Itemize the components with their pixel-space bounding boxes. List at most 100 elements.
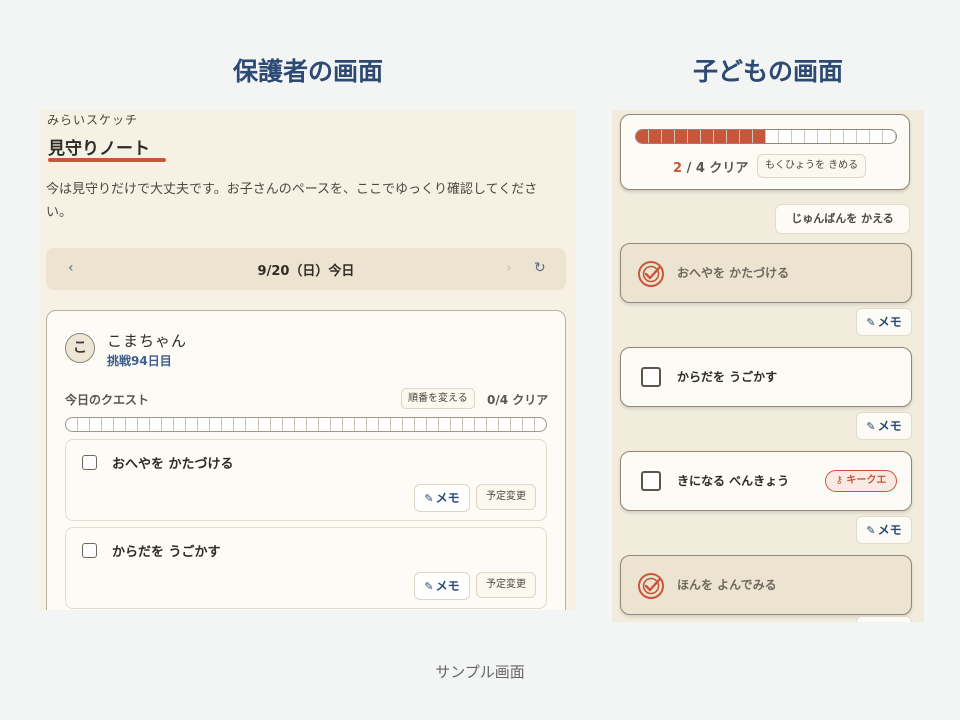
- memo-button[interactable]: ✎ メモ: [414, 572, 470, 600]
- progress-segment: [636, 130, 649, 143]
- progress-segment: [714, 130, 727, 143]
- progress-segment: [259, 418, 271, 431]
- task-card[interactable]: きになる べんきょう ⚷ キークエ: [620, 451, 912, 511]
- clear-total-label: / 4 クリア: [682, 161, 749, 176]
- progress-segment: [857, 130, 870, 143]
- pencil-icon: ✎: [424, 580, 434, 593]
- progress-segment: [649, 130, 662, 143]
- change-order-button[interactable]: じゅんばんを かえる: [775, 204, 910, 234]
- memo-label: メモ: [435, 491, 460, 505]
- task-name: ほんを よんでみる: [677, 578, 777, 592]
- progress-segment: [367, 418, 379, 431]
- clear-count: 2 / 4 クリア: [673, 157, 748, 176]
- page-description: 今は見守りだけで大丈夫です。お子さんのペースを、ここでゆっくり確認してください。: [46, 182, 538, 220]
- key-quest-badge: ⚷ キークエ: [825, 470, 897, 492]
- child-screen: 2 / 4 クリア もくひょうを きめる じゅんばんを かえる おへやを かたづ…: [612, 110, 924, 622]
- progress-segment: [831, 130, 844, 143]
- child-screen-heading: 子どもの画面: [692, 57, 843, 86]
- parent-screen: みらいスケッチ 見守りノート 今は見守りだけで大丈夫です。お子さんのペースを、こ…: [40, 110, 576, 610]
- task-card[interactable]: おへやを かたづける: [620, 243, 912, 303]
- progress-segment: [102, 418, 115, 431]
- pencil-icon: ✎: [866, 316, 876, 329]
- progress-segment: [779, 130, 792, 143]
- current-date: 9/20（日）今日: [257, 264, 355, 279]
- page-title: 見守りノート: [48, 139, 150, 159]
- title-underline: [48, 158, 166, 162]
- progress-segment: [499, 418, 512, 431]
- progress-segment: [844, 130, 857, 143]
- progress-segment: [355, 418, 367, 431]
- task-name: からだを うごかす: [677, 370, 778, 384]
- progress-segment: [379, 418, 391, 431]
- quest-label: 今日のクエスト: [65, 393, 150, 407]
- progress-segment: [439, 418, 451, 431]
- progress-segment: [271, 418, 283, 431]
- progress-segment: [415, 418, 427, 431]
- progress-segment: [883, 130, 896, 143]
- parent-screen-heading: 保護者の画面: [232, 57, 383, 86]
- progress-segment: [174, 418, 187, 431]
- caption: サンプル画面: [435, 663, 525, 681]
- progress-segment: [307, 418, 319, 431]
- progress-segment: [701, 130, 714, 143]
- checkbox-icon[interactable]: [82, 543, 97, 558]
- progress-segment: [792, 130, 805, 143]
- task-name: きになる べんきょう: [677, 474, 790, 488]
- clear-progress-bar: [635, 129, 897, 144]
- memo-label: メモ: [435, 579, 460, 593]
- task-card[interactable]: からだを うごかす: [620, 347, 912, 407]
- progress-segment: [66, 418, 79, 431]
- progress-segment: [319, 418, 331, 431]
- checkbox-icon[interactable]: [641, 367, 661, 387]
- next-day-button[interactable]: ›: [506, 260, 512, 276]
- challenge-days: 挑戦94日目: [107, 354, 172, 368]
- memo-button[interactable]: ✎ メモ: [414, 484, 470, 512]
- task-item: からだを うごかす ✎ メモ 予定変更: [65, 527, 547, 609]
- progress-segment: [90, 418, 103, 431]
- pencil-icon: ✎: [866, 420, 876, 433]
- task-card[interactable]: ほんを よんでみる: [620, 555, 912, 615]
- memo-label: メモ: [877, 315, 902, 329]
- memo-button[interactable]: ✎ メモ: [856, 308, 912, 336]
- progress-segment: [688, 130, 701, 143]
- task-name: おへやを かたづける: [677, 266, 790, 280]
- reschedule-button[interactable]: 予定変更: [476, 572, 536, 598]
- refresh-icon[interactable]: ↻: [534, 260, 546, 276]
- set-goal-button[interactable]: もくひょうを きめる: [757, 154, 867, 178]
- progress-segment: [675, 130, 688, 143]
- checkbox-icon[interactable]: [641, 471, 661, 491]
- progress-segment: [162, 418, 175, 431]
- check-circle-icon: [638, 261, 664, 287]
- progress-segment: [78, 418, 91, 431]
- checkbox-icon[interactable]: [82, 455, 97, 470]
- progress-segment: [870, 130, 883, 143]
- clear-done-count: 2: [673, 161, 683, 176]
- progress-segment: [222, 418, 235, 431]
- memo-button[interactable]: ✎ メモ: [856, 412, 912, 440]
- reschedule-button[interactable]: 予定変更: [476, 484, 536, 510]
- progress-segment: [114, 418, 127, 431]
- memo-button[interactable]: [856, 616, 912, 622]
- progress-segment: [210, 418, 223, 431]
- progress-segment: [463, 418, 476, 431]
- progress-segment: [234, 418, 247, 431]
- memo-button[interactable]: ✎ メモ: [856, 516, 912, 544]
- progress-segment: [662, 130, 675, 143]
- progress-segment: [727, 130, 740, 143]
- progress-segment: [138, 418, 151, 431]
- progress-segment: [403, 418, 415, 431]
- progress-segment: [451, 418, 464, 431]
- pencil-icon: ✎: [424, 492, 434, 505]
- memo-label: メモ: [877, 419, 902, 433]
- key-quest-label: キークエ: [846, 475, 887, 486]
- task-item: おへやを かたづける ✎ メモ 予定変更: [65, 439, 547, 521]
- progress-segment: [487, 418, 500, 431]
- progress-segment: [186, 418, 199, 431]
- progress-segment: [427, 418, 439, 431]
- progress-segment: [805, 130, 818, 143]
- key-icon: ⚷: [835, 475, 847, 486]
- memo-label: メモ: [877, 523, 902, 537]
- progress-segment: [343, 418, 355, 431]
- reorder-button[interactable]: 順番を変える: [401, 388, 475, 409]
- pencil-icon: ✎: [866, 524, 876, 537]
